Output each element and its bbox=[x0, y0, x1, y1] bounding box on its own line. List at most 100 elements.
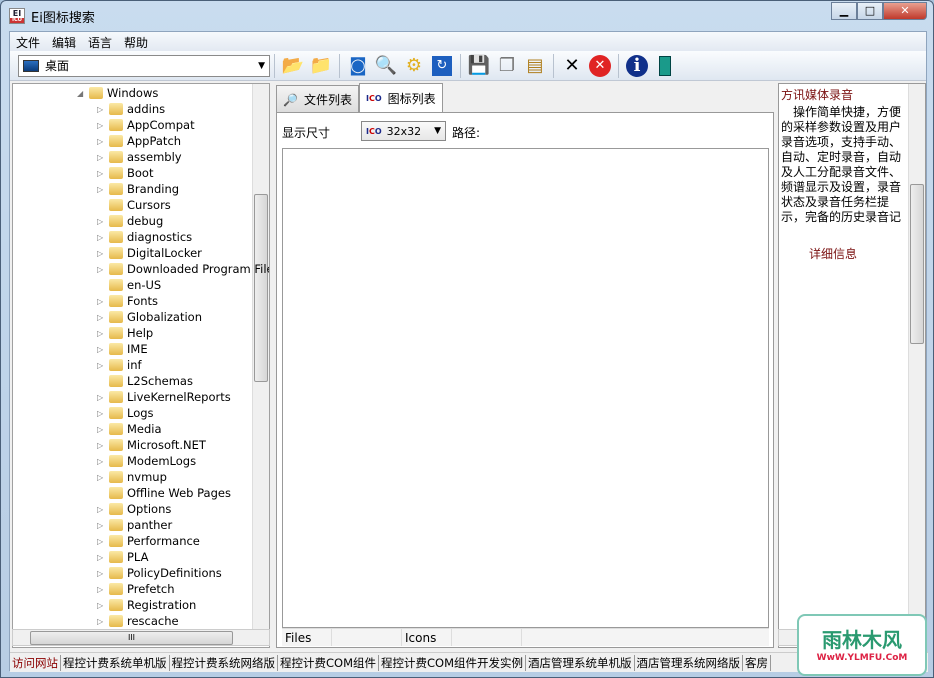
expand-icon[interactable]: ▷ bbox=[97, 233, 107, 242]
tree-item[interactable]: ▷ AppPatch bbox=[97, 133, 181, 149]
expand-icon[interactable]: ▷ bbox=[97, 313, 107, 322]
close-button[interactable]: ✕ bbox=[883, 2, 927, 20]
tree-item[interactable]: ▷ LiveKernelReports bbox=[97, 389, 231, 405]
expand-icon[interactable]: ▷ bbox=[97, 185, 107, 194]
tree-item[interactable]: ▷ Branding bbox=[97, 181, 179, 197]
save-icon[interactable]: 💾 bbox=[465, 53, 493, 79]
tree-item[interactable]: ◢ Windows bbox=[77, 85, 158, 101]
expand-icon[interactable]: ▷ bbox=[97, 505, 107, 514]
expand-icon[interactable]: ▷ bbox=[97, 601, 107, 610]
tree-horizontal-scrollbar[interactable]: III bbox=[12, 629, 270, 646]
expand-icon[interactable]: ▷ bbox=[97, 409, 107, 418]
tree-item[interactable]: ▷ AppCompat bbox=[97, 117, 195, 133]
folder-tree[interactable]: ◢ Windows ▷ addins ▷ AppCompat ▷ AppPatch ▷ assem… bbox=[12, 83, 270, 648]
expand-icon[interactable]: ▷ bbox=[97, 137, 107, 146]
expand-icon[interactable]: ▷ bbox=[97, 585, 107, 594]
tree-item[interactable]: ▷ panther bbox=[97, 517, 172, 533]
column-files[interactable]: Files bbox=[282, 629, 332, 646]
tree-item[interactable]: L2Schemas bbox=[97, 373, 193, 389]
expand-icon[interactable]: ▷ bbox=[97, 361, 107, 370]
expand-icon[interactable]: ▷ bbox=[97, 121, 107, 130]
expand-icon[interactable]: ▷ bbox=[97, 521, 107, 530]
tree-item[interactable]: ▷ Globalization bbox=[97, 309, 202, 325]
status-link[interactable]: 程控计费系统单机版 bbox=[61, 654, 170, 671]
minimize-button[interactable]: ▁ bbox=[831, 2, 857, 20]
expand-icon[interactable]: ▷ bbox=[97, 105, 107, 114]
exit-icon[interactable] bbox=[651, 53, 679, 79]
tree-item[interactable]: ▷ rescache bbox=[97, 613, 179, 629]
status-link[interactable]: 酒店管理系统单机版 bbox=[526, 654, 635, 671]
tree-item[interactable]: ▷ IME bbox=[97, 341, 148, 357]
tree-item[interactable]: ▷ diagnostics bbox=[97, 229, 192, 245]
open-folder-icon[interactable]: 📂 bbox=[279, 53, 307, 79]
tree-item[interactable]: ▷ Options bbox=[97, 501, 171, 517]
menu-edit[interactable]: 编辑 bbox=[46, 32, 82, 51]
expand-icon[interactable]: ▷ bbox=[97, 217, 107, 226]
tree-item[interactable]: ▷ DigitalLocker bbox=[97, 245, 202, 261]
collapse-icon[interactable]: ◢ bbox=[77, 89, 87, 98]
size-select[interactable]: ICO 32x32 ▼ bbox=[361, 121, 446, 141]
location-combo[interactable]: 桌面 ▼ bbox=[18, 54, 270, 77]
expand-icon[interactable]: ▷ bbox=[97, 441, 107, 450]
column-icons[interactable]: Icons bbox=[402, 629, 452, 646]
tree-item[interactable]: ▷ inf bbox=[97, 357, 142, 373]
expand-icon[interactable]: ▷ bbox=[97, 265, 107, 274]
expand-icon[interactable]: ▷ bbox=[97, 297, 107, 306]
expand-icon[interactable]: ▷ bbox=[97, 169, 107, 178]
folder-up-icon[interactable]: 📁 bbox=[307, 53, 335, 79]
tree-item[interactable]: ▷ Downloaded Program Files bbox=[97, 261, 269, 277]
settings-icon[interactable]: ⚙ bbox=[400, 53, 428, 79]
tree-item[interactable]: ▷ Prefetch bbox=[97, 581, 175, 597]
tree-item[interactable]: ▷ Microsoft.NET bbox=[97, 437, 206, 453]
status-link[interactable]: 客房 bbox=[743, 654, 772, 671]
tree-item[interactable]: ▷ assembly bbox=[97, 149, 182, 165]
status-link[interactable]: 访问网站 bbox=[10, 654, 61, 671]
tree-item[interactable]: ▷ ModemLogs bbox=[97, 453, 196, 469]
expand-icon[interactable]: ▷ bbox=[97, 329, 107, 338]
tree-item[interactable]: Offline Web Pages bbox=[97, 485, 231, 501]
menu-language[interactable]: 语言 bbox=[82, 32, 118, 51]
cancel-icon[interactable]: ✕ bbox=[586, 53, 614, 79]
tree-item[interactable]: ▷ Media bbox=[97, 421, 162, 437]
ad-vertical-scrollbar[interactable] bbox=[908, 84, 925, 632]
expand-icon[interactable]: ▷ bbox=[97, 345, 107, 354]
copy-icon[interactable]: ❐ bbox=[493, 53, 521, 79]
menu-help[interactable]: 帮助 bbox=[118, 32, 154, 51]
expand-icon[interactable]: ▷ bbox=[97, 537, 107, 546]
tree-item[interactable]: ▷ Boot bbox=[97, 165, 153, 181]
tree-item[interactable]: Cursors bbox=[97, 197, 171, 213]
maximize-button[interactable]: □ bbox=[857, 2, 883, 20]
export-icon[interactable]: ▤ bbox=[521, 53, 549, 79]
menu-file[interactable]: 文件 bbox=[10, 32, 46, 51]
tree-item[interactable]: ▷ Performance bbox=[97, 533, 200, 549]
expand-icon[interactable]: ▷ bbox=[97, 569, 107, 578]
search-icon[interactable]: 🔍 bbox=[372, 53, 400, 79]
tree-item[interactable]: ▷ Logs bbox=[97, 405, 154, 421]
status-link[interactable]: 酒店管理系统网络版 bbox=[635, 654, 744, 671]
icon-list[interactable] bbox=[282, 148, 769, 628]
expand-icon[interactable]: ▷ bbox=[97, 553, 107, 562]
expand-icon[interactable]: ▷ bbox=[97, 393, 107, 402]
tree-item[interactable]: ▷ debug bbox=[97, 213, 163, 229]
expand-icon[interactable]: ▷ bbox=[97, 153, 107, 162]
tab-file-list[interactable]: 🔎 文件列表 bbox=[276, 85, 359, 113]
tree-item[interactable]: ▷ PLA bbox=[97, 549, 148, 565]
info-icon[interactable]: i bbox=[623, 53, 651, 79]
tree-item[interactable]: ▷ Registration bbox=[97, 597, 196, 613]
tree-item[interactable]: ▷ nvmup bbox=[97, 469, 167, 485]
tree-item[interactable]: ▷ Help bbox=[97, 325, 153, 341]
expand-icon[interactable]: ▷ bbox=[97, 425, 107, 434]
tree-item[interactable]: ▷ addins bbox=[97, 101, 165, 117]
expand-icon[interactable]: ▷ bbox=[97, 457, 107, 466]
refresh-icon[interactable]: ↻ bbox=[428, 53, 456, 79]
expand-icon[interactable]: ▷ bbox=[97, 473, 107, 482]
tree-item[interactable]: en-US bbox=[97, 277, 161, 293]
stop-icon[interactable]: ◙ bbox=[344, 53, 372, 79]
tree-item[interactable]: ▷ PolicyDefinitions bbox=[97, 565, 222, 581]
tree-item[interactable]: ▷ Fonts bbox=[97, 293, 158, 309]
expand-icon[interactable]: ▷ bbox=[97, 249, 107, 258]
status-link[interactable]: 程控计费系统网络版 bbox=[170, 654, 278, 671]
expand-icon[interactable]: ▷ bbox=[97, 617, 107, 626]
status-link[interactable]: 程控计费COM组件开发实例 bbox=[379, 654, 527, 671]
tree-vertical-scrollbar[interactable] bbox=[252, 84, 269, 632]
